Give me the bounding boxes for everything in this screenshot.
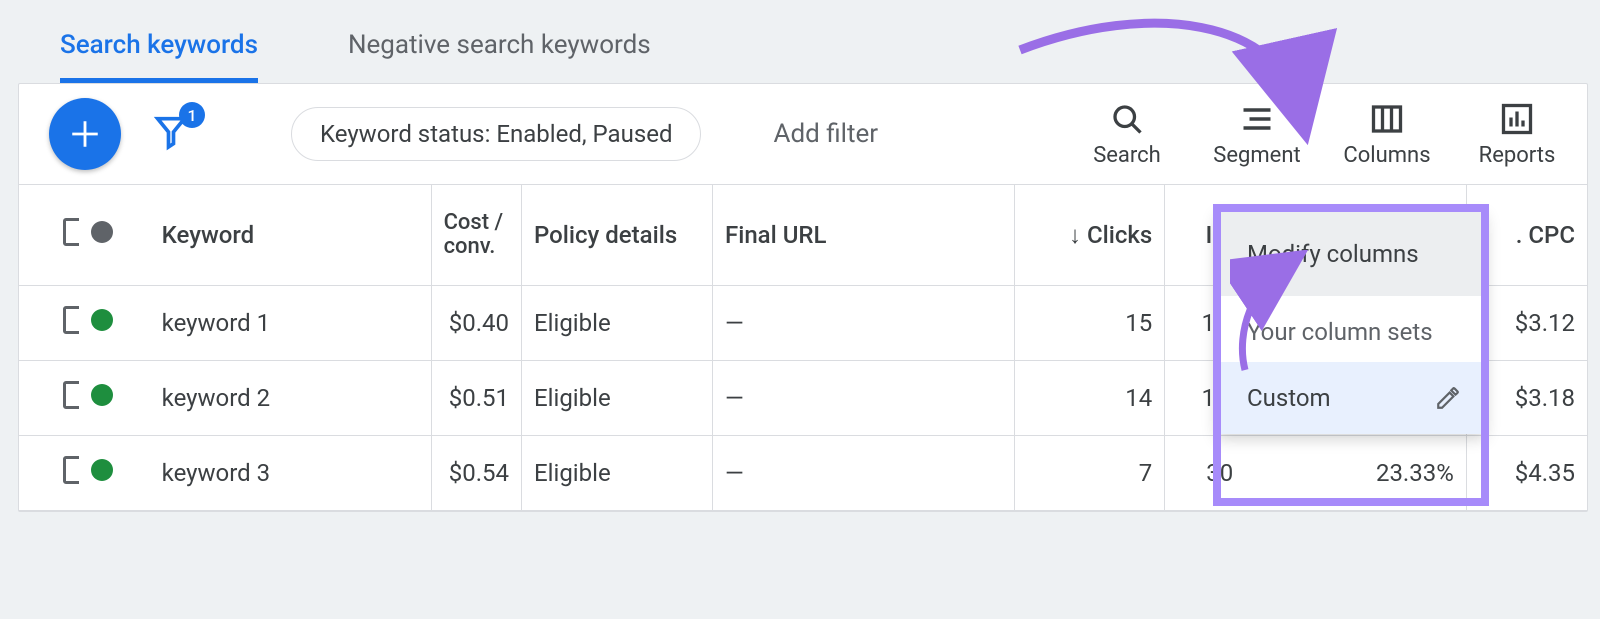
col-keyword[interactable]: Keyword [150,185,431,286]
tool-segment-label: Segment [1213,143,1300,168]
cost-conv-l2: conv. [444,235,509,259]
status-header-icon [91,221,113,243]
cell-extra: 23.33% [1245,436,1466,511]
reports-icon [1499,101,1535,137]
edit-icon[interactable] [1435,385,1461,411]
add-keyword-button[interactable] [49,98,121,170]
tab-negative-keywords[interactable]: Negative search keywords [348,30,651,83]
tool-segment[interactable]: Segment [1207,101,1307,168]
cell-keyword: keyword 3 [150,436,431,511]
tool-columns-label: Columns [1343,143,1430,168]
tool-search-label: Search [1093,143,1161,168]
row-checkbox[interactable] [63,456,79,484]
cell-clicks: 15 [1014,286,1165,361]
tab-bar: Search keywords Negative search keywords [0,0,1600,83]
cell-clicks: 7 [1014,436,1165,511]
col-policy[interactable]: Policy details [522,185,713,286]
your-column-sets-header: Your column sets [1217,296,1485,362]
tool-reports-label: Reports [1479,143,1556,168]
tool-reports[interactable]: Reports [1467,101,1567,168]
search-icon [1109,101,1145,137]
col-cost-conv[interactable]: Cost / conv. [431,185,521,286]
tool-search[interactable]: Search [1077,101,1177,168]
cell-keyword: keyword 1 [150,286,431,361]
cell-policy: Eligible [522,361,713,436]
filter-count-badge: 1 [179,102,205,128]
column-set-custom-label: Custom [1247,384,1331,412]
segment-icon [1239,101,1275,137]
modify-columns-item[interactable]: Modify columns [1217,212,1485,296]
column-set-custom[interactable]: Custom [1217,362,1485,434]
cell-keyword: keyword 2 [150,361,431,436]
tool-columns[interactable]: Columns [1337,101,1437,168]
col-final-url[interactable]: Final URL [712,185,1014,286]
cell-policy: Eligible [522,286,713,361]
columns-dropdown: Modify columns Your column sets Custom [1217,212,1485,434]
cell-cost: $0.40 [431,286,521,361]
row-checkbox[interactable] [63,306,79,334]
cell-url: — [712,436,1014,511]
cell-policy: Eligible [522,436,713,511]
status-enabled-icon [91,459,113,481]
cell-clicks: 14 [1014,361,1165,436]
cell-cost: $0.51 [431,361,521,436]
filter-chip-status[interactable]: Keyword status: Enabled, Paused [291,107,701,161]
tab-search-keywords[interactable]: Search keywords [60,30,258,83]
columns-icon [1369,101,1405,137]
filter-button[interactable]: 1 [151,112,191,156]
plus-icon [68,117,102,151]
status-enabled-icon [91,384,113,406]
sort-desc-icon: ↓ [1069,221,1081,249]
select-all-checkbox[interactable] [63,218,79,246]
cell-url: — [712,286,1014,361]
cell-url: — [712,361,1014,436]
add-filter-button[interactable]: Add filter [773,119,878,149]
cost-conv-l1: Cost / [444,211,509,235]
status-enabled-icon [91,309,113,331]
row-checkbox[interactable] [63,381,79,409]
toolbar: 1 Keyword status: Enabled, Paused Add fi… [19,84,1587,185]
cell-cost: $0.54 [431,436,521,511]
col-clicks[interactable]: ↓Clicks [1014,185,1165,286]
table-row[interactable]: keyword 3 $0.54 Eligible — 7 30 23.33% $… [19,436,1587,511]
cell-cpc: $4.35 [1466,436,1587,511]
cell-impr: 30 [1165,436,1245,511]
